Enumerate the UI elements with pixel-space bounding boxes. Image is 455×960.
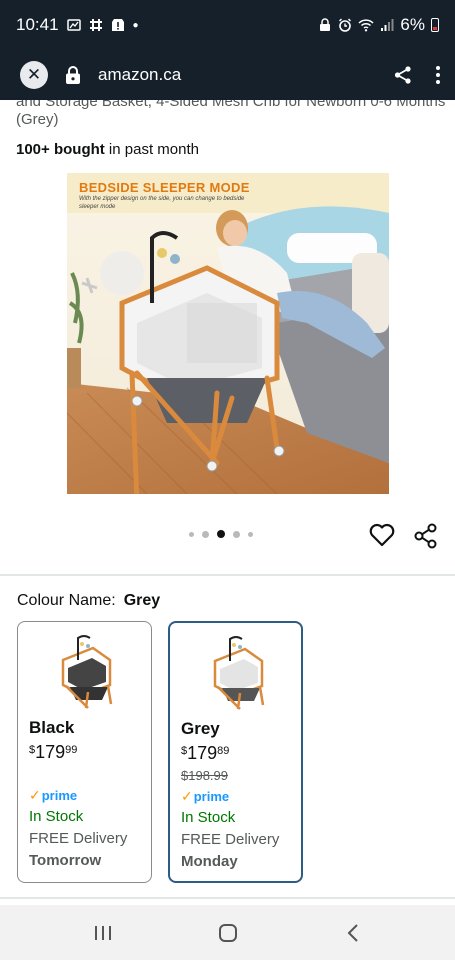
more-icon[interactable]	[435, 65, 441, 85]
bought-count: 100+ bought in past month	[16, 141, 199, 158]
prime-badge: ✓ prime	[29, 787, 77, 804]
price-cents: 99	[65, 744, 78, 756]
colour-label: Colour Name:	[17, 592, 116, 609]
list-price: $198.99	[181, 768, 228, 783]
prime-badge: ✓ prime	[181, 788, 229, 805]
image-banner-caption: With the zipper design on the side, you …	[79, 196, 245, 210]
prime-check-icon: ✓	[181, 788, 193, 804]
page-content: and Storage Basket, 4-Sided Mesh Crib fo…	[0, 100, 455, 905]
close-icon: ✕	[26, 65, 42, 84]
carousel-dots	[189, 530, 253, 538]
prime-check-icon: ✓	[29, 787, 41, 803]
carousel-dot-active[interactable]	[217, 530, 225, 538]
bought-count-bold: 100+ bought	[16, 141, 105, 158]
product-image[interactable]: BEDSIDE SLEEPER MODE With the zipper des…	[67, 173, 389, 494]
carousel-dot[interactable]	[202, 530, 209, 538]
carousel-dot[interactable]	[189, 531, 194, 537]
bought-count-rest: in past month	[104, 141, 199, 158]
close-tab-button[interactable]: ✕	[20, 61, 48, 89]
alert-notification-icon	[111, 19, 124, 31]
prime-text: prime	[193, 789, 230, 804]
carousel-dot[interactable]	[248, 531, 253, 537]
home-button[interactable]	[208, 913, 248, 953]
swatch-name: Black	[29, 718, 75, 737]
more-notifications-dot: ●	[132, 19, 139, 31]
product-title: and Storage Basket, 4-Sided Mesh Crib fo…	[16, 100, 446, 128]
share-icon	[414, 523, 437, 549]
prime-text: prime	[41, 788, 78, 803]
stock-status: In Stock	[29, 808, 84, 825]
product-photo	[67, 173, 389, 494]
price-whole: 179	[187, 743, 218, 763]
recents-button[interactable]	[83, 913, 123, 953]
battery-percent: 6%	[400, 15, 425, 34]
signal-icon	[381, 19, 394, 31]
image-banner-title: BEDSIDE SLEEPER MODE	[79, 180, 250, 195]
slack-notification-icon	[89, 19, 102, 31]
swatch-image	[213, 636, 265, 710]
alarm-icon	[339, 18, 352, 32]
colour-selected-value: Grey	[123, 592, 161, 609]
url-text[interactable]: amazon.ca	[98, 65, 181, 85]
section-divider	[0, 574, 455, 576]
lock-icon[interactable]	[62, 64, 84, 86]
swatch-price: $179 89	[181, 743, 229, 764]
delivery-text: FREE Delivery	[181, 831, 280, 848]
delivery-day: Tomorrow	[29, 852, 102, 869]
share-product-button[interactable]	[414, 523, 438, 549]
price-cents: 89	[217, 745, 230, 757]
stock-status: In Stock	[181, 809, 236, 826]
carousel-dot[interactable]	[233, 530, 240, 538]
add-to-wishlist-button[interactable]	[369, 523, 395, 547]
gallery-notification-icon	[66, 19, 81, 31]
price-whole: 179	[35, 742, 66, 762]
share-icon[interactable]	[393, 65, 413, 85]
status-time: 10:41	[16, 15, 59, 34]
swatch-price: $179 99	[29, 742, 77, 763]
heart-icon	[369, 523, 395, 547]
recents-icon	[94, 925, 111, 940]
delivery-text: FREE Delivery	[29, 830, 128, 847]
back-icon	[347, 923, 358, 942]
colour-option-grey[interactable]: Grey $179 89 $198.99 ✓ prime In Stock FREE…	[168, 621, 303, 883]
wifi-icon	[358, 19, 374, 32]
battery-icon	[431, 18, 439, 32]
section-divider	[0, 897, 455, 899]
colour-option-black[interactable]: Black $179 99 ✓ prime In Stock FREE Delive…	[17, 621, 152, 883]
colour-name-row: Colour Name: Grey	[17, 592, 160, 610]
back-button[interactable]	[333, 913, 373, 953]
system-navigation-bar	[0, 905, 455, 960]
lock-status-icon	[320, 18, 331, 31]
delivery-day: Monday	[181, 853, 238, 870]
swatch-image	[61, 635, 113, 709]
status-bar: 10:41 ● 6%	[0, 0, 455, 50]
browser-toolbar: ✕ amazon.ca	[0, 50, 455, 100]
swatch-name: Grey	[181, 719, 220, 738]
home-icon	[218, 923, 237, 942]
